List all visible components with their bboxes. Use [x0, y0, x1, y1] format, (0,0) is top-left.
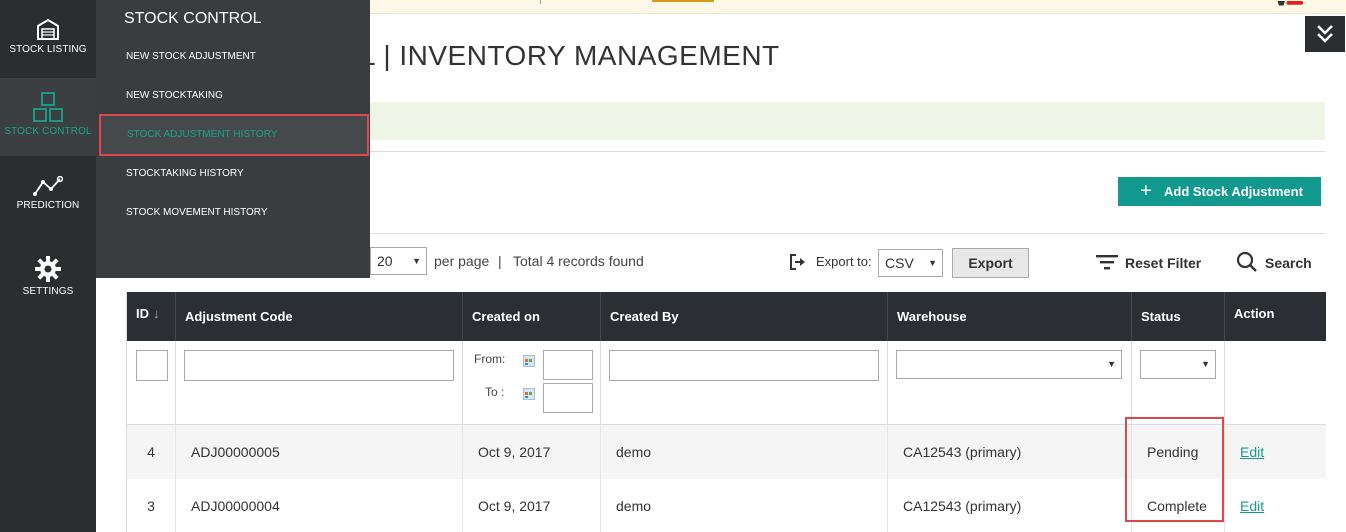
sidebar: STOCK LISTING STOCK CONTROL PREDICTION S…: [0, 0, 96, 532]
filter-cell-status: ▼: [1132, 341, 1225, 425]
sort-down-icon: ↓: [153, 306, 160, 321]
created-to-input[interactable]: [543, 383, 593, 413]
menu-item-stocktaking-history[interactable]: STOCKTAKING HISTORY: [100, 155, 370, 193]
stock-control-flyout: STOCK CONTROL NEW STOCK ADJUSTMENT NEW S…: [96, 0, 370, 278]
notice-strip: [370, 0, 1346, 14]
status-column-highlight: [1125, 417, 1224, 522]
menu-item-new-stocktaking[interactable]: NEW STOCKTAKING: [100, 77, 370, 115]
flyout-title: STOCK CONTROL: [124, 10, 262, 27]
column-header-created-by[interactable]: Created By: [601, 292, 888, 341]
filter-row: From: To : ▼ ▼: [127, 341, 1326, 425]
cell-created-by: demo: [601, 425, 888, 479]
per-page-label: per page: [434, 253, 490, 269]
column-header-id-label: ID: [136, 306, 149, 321]
cell-created-by: demo: [601, 479, 888, 532]
filter-icon[interactable]: [1096, 254, 1118, 270]
cell-warehouse: CA12543 (primary): [888, 425, 1132, 479]
sidebar-item-stock-listing[interactable]: STOCK LISTING: [0, 0, 96, 78]
strip-separator: [540, 0, 541, 4]
cell-created-on: Oct 9, 2017: [463, 425, 601, 479]
cell-created-on: Oct 9, 2017: [463, 479, 601, 532]
search-icon[interactable]: [1236, 251, 1258, 273]
cell-warehouse: CA12543 (primary): [888, 479, 1132, 532]
edit-link[interactable]: Edit: [1240, 444, 1264, 460]
total-records: Total 4 records found: [513, 253, 644, 269]
warehouse-icon: [37, 18, 59, 40]
caret-down-icon: ▼: [1107, 359, 1116, 369]
grid-header: ID ↓ Adjustment Code Created on Created B…: [127, 292, 1326, 341]
created-by-filter-input[interactable]: [609, 350, 879, 381]
line-chart-icon: [33, 176, 63, 196]
export-format-select[interactable]: CSV ▼: [878, 249, 943, 277]
add-stock-adjustment-button[interactable]: + Add Stock Adjustment: [1118, 177, 1321, 206]
sidebar-item-settings[interactable]: SETTINGS: [0, 236, 96, 322]
id-filter-input[interactable]: [136, 350, 168, 381]
status-filter-select[interactable]: ▼: [1140, 350, 1216, 379]
created-from-input[interactable]: [543, 350, 593, 380]
cell-adjustment-code: ADJ00000004: [176, 479, 463, 532]
sidebar-item-stock-control[interactable]: STOCK CONTROL: [0, 78, 96, 156]
search-button[interactable]: Search: [1265, 255, 1312, 271]
cell-id: 4: [127, 425, 176, 479]
plus-icon: +: [1140, 180, 1152, 202]
panel-divider-bottom: [370, 233, 1325, 234]
gear-icon: [35, 256, 61, 282]
filter-cell-id: [127, 341, 176, 425]
column-header-created-on[interactable]: Created on: [463, 292, 601, 341]
caret-down-icon: ▼: [1201, 359, 1210, 369]
filter-cell-created-on: From: To :: [463, 341, 601, 425]
export-icon: [790, 254, 805, 270]
export-label: Export to:: [816, 254, 872, 269]
sidebar-label-stock-listing: STOCK LISTING: [9, 44, 87, 55]
strip-link[interactable]: [652, 0, 714, 2]
cell-id: 3: [127, 479, 176, 532]
adjustment-code-filter-input[interactable]: [184, 350, 454, 381]
column-header-status[interactable]: Status: [1132, 292, 1225, 341]
reset-filter-button[interactable]: Reset Filter: [1125, 255, 1201, 271]
double-chevron-down-icon: [1317, 25, 1333, 43]
column-header-id[interactable]: ID ↓: [127, 292, 176, 341]
export-button[interactable]: Export: [952, 248, 1029, 278]
add-stock-adjustment-label: Add Stock Adjustment: [1164, 184, 1303, 199]
calendar-icon[interactable]: [523, 388, 535, 400]
to-label: To :: [485, 385, 505, 399]
per-page-select[interactable]: 20 ▼: [370, 247, 427, 275]
caret-down-icon: ▼: [928, 258, 937, 268]
filter-cell-warehouse: ▼: [888, 341, 1132, 425]
toolbar-separator: |: [498, 253, 502, 269]
boxes-icon: [33, 92, 63, 122]
cell-action: Edit: [1225, 479, 1326, 532]
sidebar-label-settings: SETTINGS: [22, 286, 74, 297]
menu-item-stock-movement-history[interactable]: STOCK MOVEMENT HISTORY: [100, 194, 370, 232]
collapse-button[interactable]: [1305, 16, 1345, 52]
edit-link[interactable]: Edit: [1240, 498, 1264, 514]
from-label: From:: [474, 352, 506, 366]
sidebar-label-stock-control: STOCK CONTROL: [4, 126, 92, 137]
page: STOCK LISTING STOCK CONTROL PREDICTION S…: [0, 0, 1346, 532]
sidebar-item-prediction[interactable]: PREDICTION: [0, 156, 96, 236]
per-page-value: 20: [377, 253, 393, 269]
calendar-icon[interactable]: [523, 355, 535, 367]
notification-bell-icon[interactable]: [1276, 0, 1306, 8]
sidebar-label-prediction: PREDICTION: [16, 200, 80, 211]
export-format-value: CSV: [885, 255, 914, 271]
filter-cell-created-by: [601, 341, 888, 425]
cell-action: Edit: [1225, 425, 1326, 479]
menu-item-stock-adjustment-history[interactable]: STOCK ADJUSTMENT HISTORY: [99, 114, 369, 156]
warehouse-filter-select[interactable]: ▼: [896, 350, 1122, 379]
page-title: L | INVENTORY MANAGEMENT: [360, 40, 780, 71]
caret-down-icon: ▼: [412, 256, 421, 266]
column-header-warehouse[interactable]: Warehouse: [888, 292, 1132, 341]
menu-item-new-stock-adjustment[interactable]: NEW STOCK ADJUSTMENT: [100, 38, 370, 76]
cell-adjustment-code: ADJ00000005: [176, 425, 463, 479]
column-header-adjustment-code[interactable]: Adjustment Code: [176, 292, 463, 341]
filter-cell-action: [1225, 341, 1326, 425]
filter-cell-code: [176, 341, 463, 425]
column-header-action: Action: [1234, 306, 1275, 321]
panel-divider-top: [370, 151, 1325, 152]
info-bar: [370, 102, 1325, 140]
